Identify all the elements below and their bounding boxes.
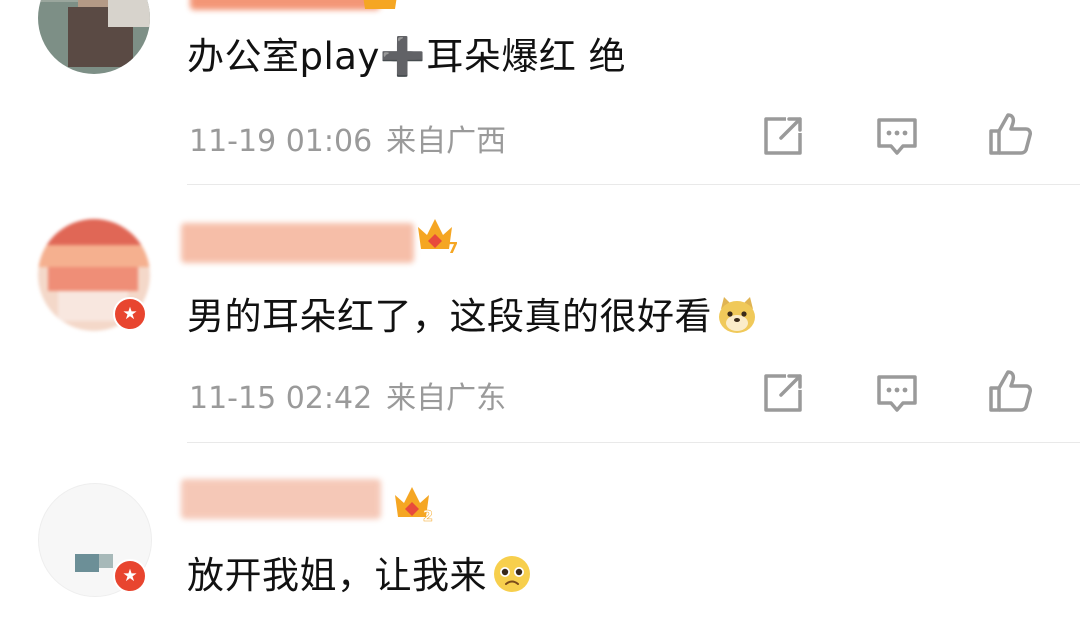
comment-item: ★ 7 男的耳朵红了，这段真的很好看 11-15 02:42 来自广东 [0, 185, 1080, 443]
comment-item: ★ 2 放开我姐，让我来 [0, 443, 1080, 630]
like-button[interactable] [986, 110, 1034, 158]
comment-list: 办公室play➕耳朵爆红 绝 11-19 01:06 来自广西 ★ 7 男的耳朵… [0, 0, 1080, 630]
username-blurred[interactable] [181, 479, 381, 519]
like-button[interactable] [986, 367, 1034, 415]
comment-region: 来自广西 [386, 124, 507, 159]
username-blurred[interactable] [181, 223, 414, 263]
comment-text: 办公室play➕耳朵爆红 绝 [187, 35, 627, 78]
share-icon [764, 117, 802, 155]
share-button[interactable] [759, 369, 807, 417]
comment-icon [877, 375, 917, 412]
comment-time: 11-19 01:06 [189, 124, 373, 159]
verified-badge-icon: ★ [113, 297, 147, 331]
comment-item: 办公室play➕耳朵爆红 绝 11-19 01:06 来自广西 [0, 0, 1080, 185]
comment-meta: 11-15 02:42 来自广东 [189, 373, 506, 417]
comment-button[interactable] [873, 369, 921, 417]
like-icon [989, 370, 1032, 412]
verified-badge-icon: ★ [113, 559, 147, 593]
username-blurred[interactable] [190, 0, 380, 10]
crown-icon: 2 [392, 483, 436, 525]
comment-region: 来自广东 [386, 381, 507, 416]
svg-text:7: 7 [448, 239, 458, 255]
doge-emoji [716, 295, 758, 344]
pleading-face-emoji [491, 554, 533, 603]
like-icon [989, 113, 1032, 155]
share-button[interactable] [759, 112, 807, 160]
comment-icon [877, 118, 917, 155]
comment-button[interactable] [873, 112, 921, 160]
comment-text-body: 男的耳朵红了，这段真的很好看 [187, 295, 712, 338]
crown-icon: 7 [415, 215, 459, 257]
crown-icon [358, 0, 402, 15]
share-icon [764, 374, 802, 412]
comment-text: 放开我姐，让我来 [187, 545, 533, 603]
svg-text:2: 2 [423, 507, 433, 523]
avatar[interactable] [38, 0, 150, 74]
comment-time: 11-15 02:42 [189, 381, 373, 416]
comment-text: 男的耳朵红了，这段真的很好看 [187, 286, 758, 344]
comment-text-body: 放开我姐，让我来 [187, 554, 487, 597]
comment-meta: 11-19 01:06 来自广西 [189, 116, 506, 160]
